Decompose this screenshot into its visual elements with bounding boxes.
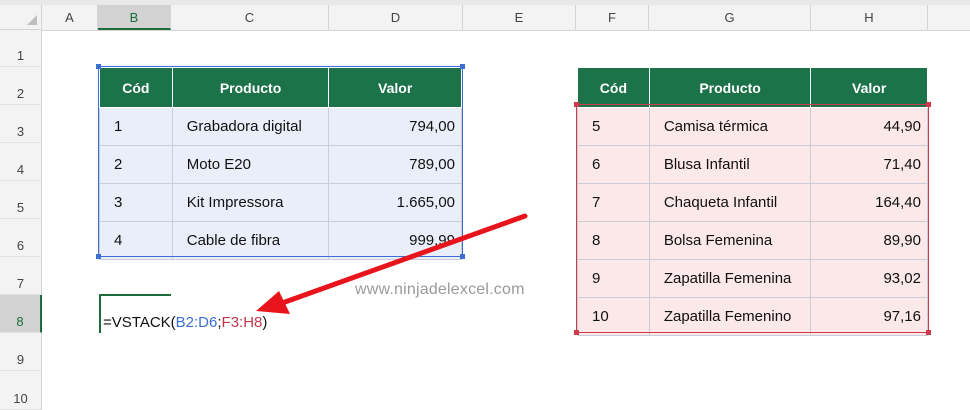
red-arrow-icon — [256, 213, 528, 314]
